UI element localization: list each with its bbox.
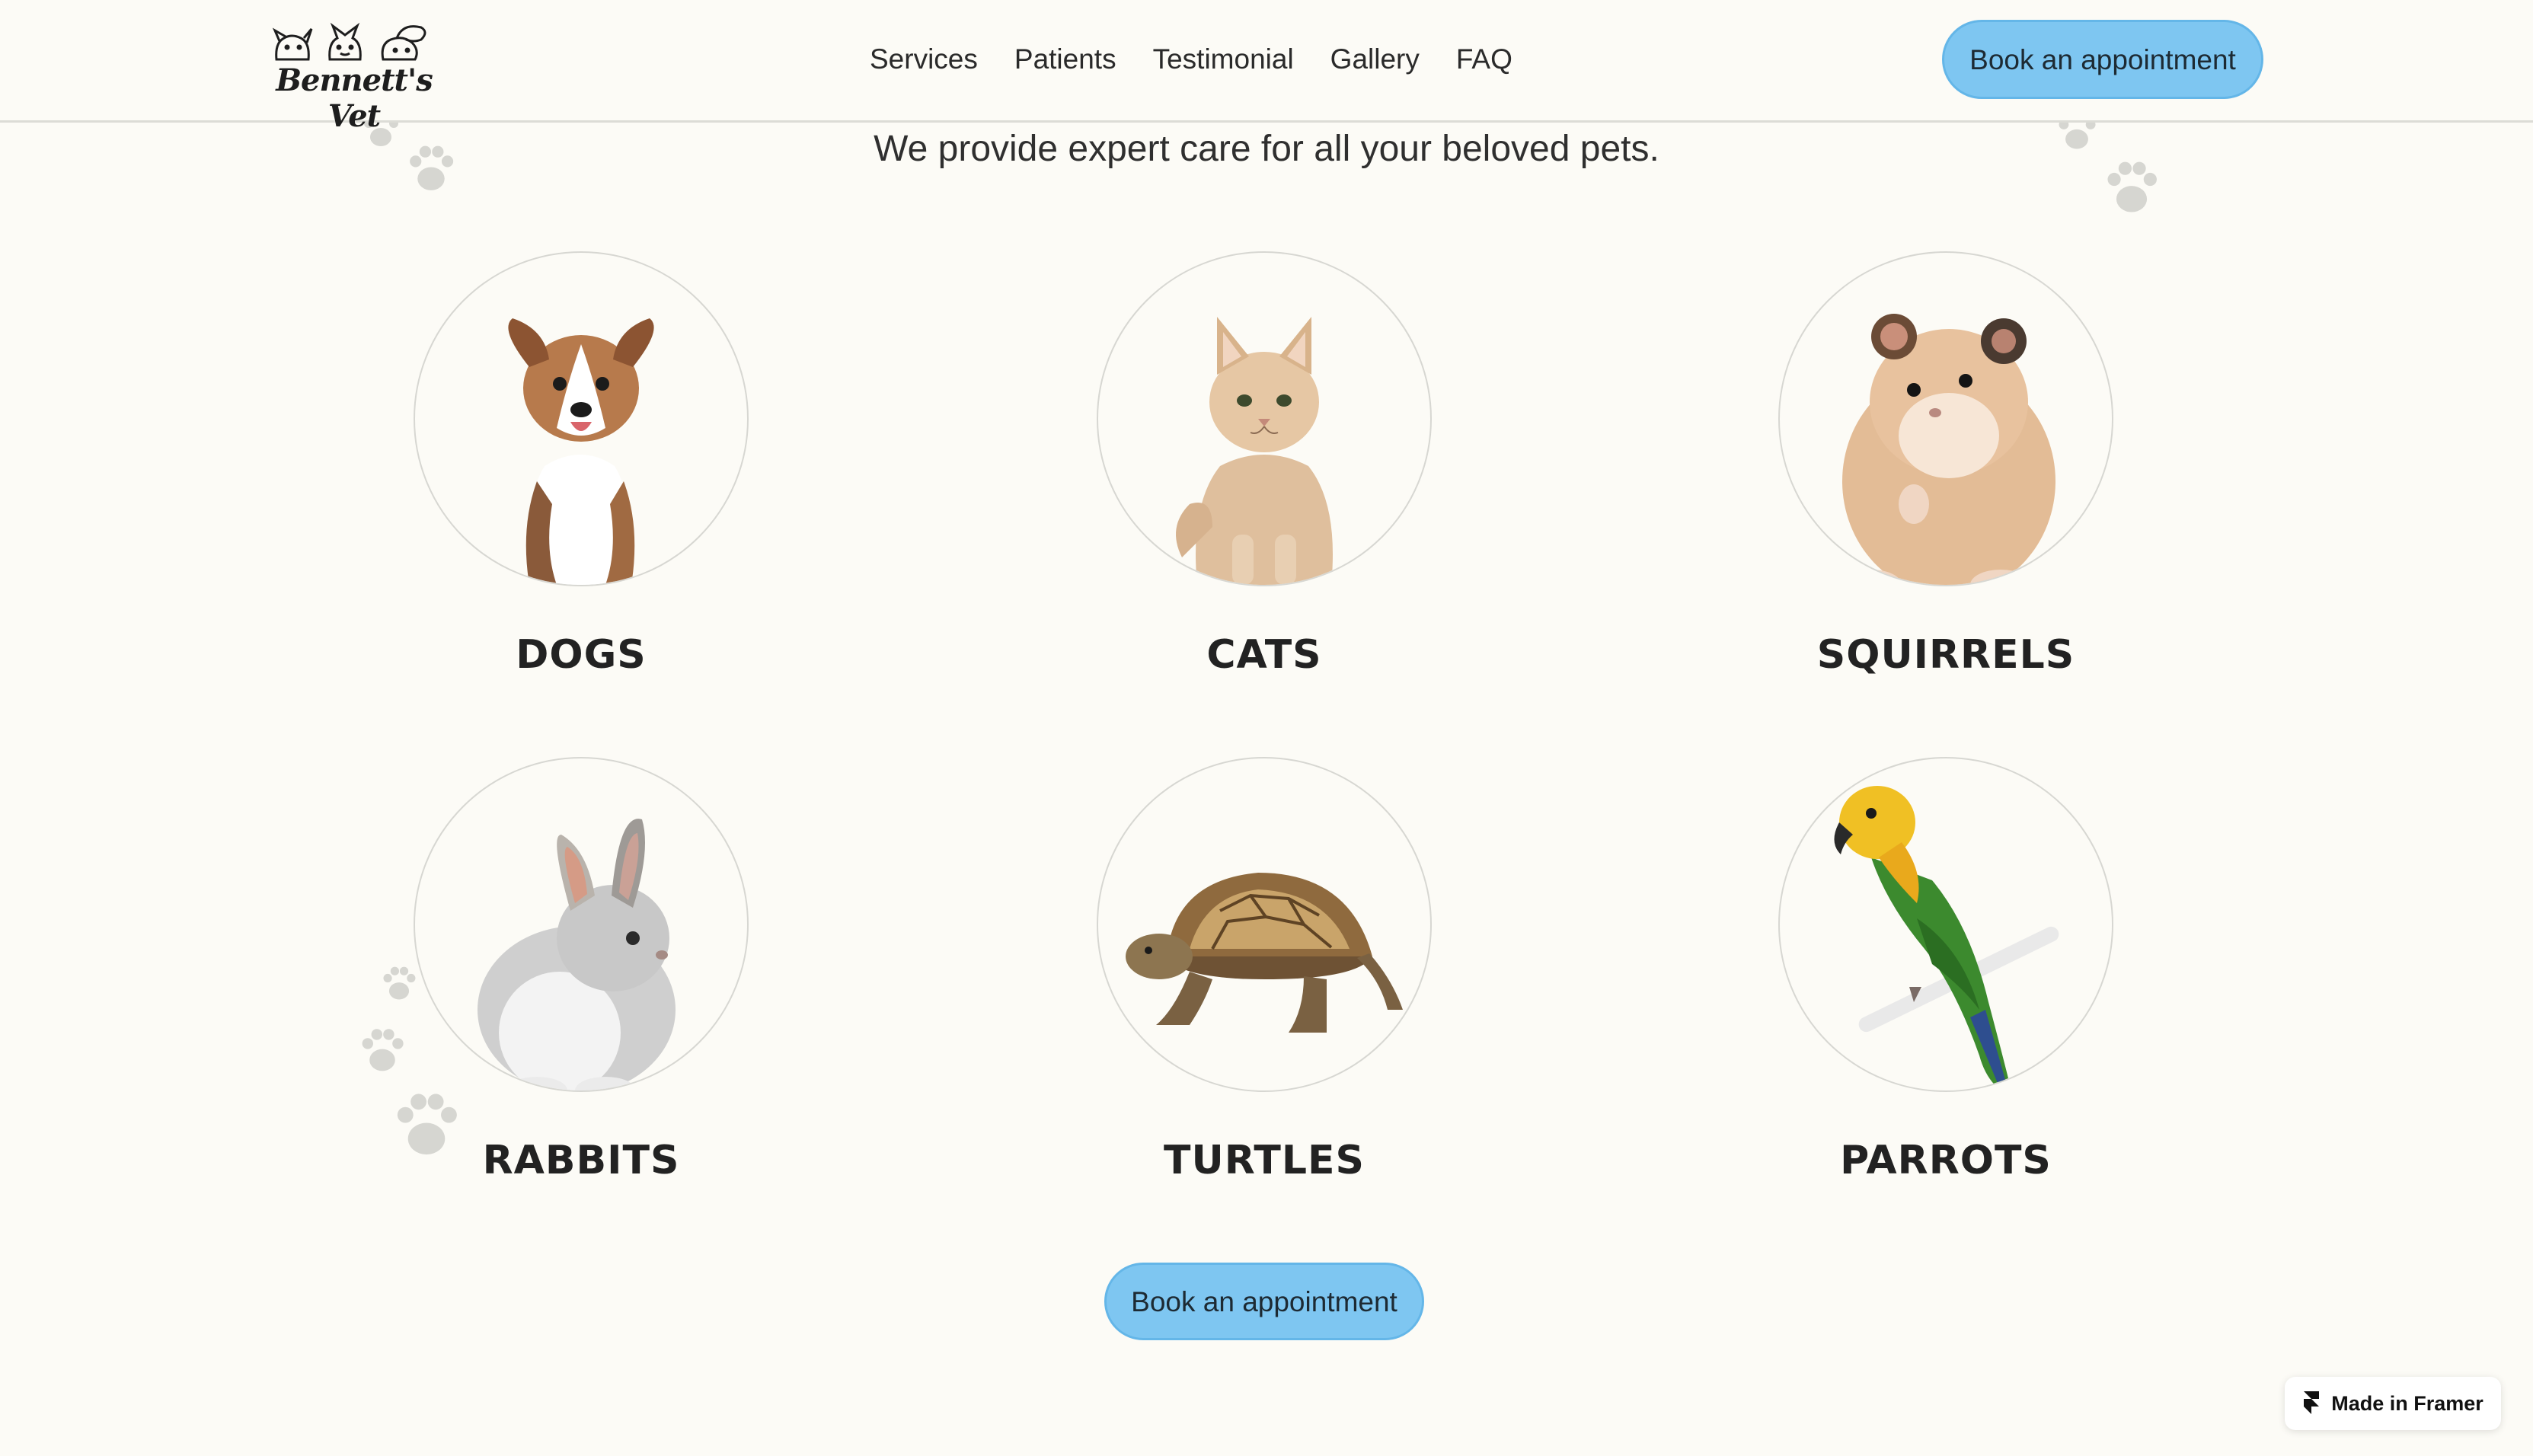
book-appointment-header-button[interactable]: Book an appointment	[1942, 20, 2263, 99]
nav-patients[interactable]: Patients	[1014, 37, 1116, 82]
book-appointment-button[interactable]: Book an appointment	[1104, 1263, 1424, 1340]
pet-image-frame	[1778, 251, 2113, 586]
section-subtitle: We provide expert care for all your belo…	[874, 129, 1659, 169]
pet-label: CATS	[1206, 632, 1322, 678]
pet-image-frame	[1097, 251, 1432, 586]
nav-gallery[interactable]: Gallery	[1330, 37, 1420, 82]
pet-card-turtles[interactable]: TURTLES	[1097, 757, 1432, 1183]
pets-logo-icon	[272, 22, 426, 61]
logo[interactable]: Bennett's Vet	[263, 21, 446, 134]
rabbit-icon	[478, 819, 676, 1090]
pet-card-parrots[interactable]: PARROTS	[1778, 757, 2113, 1183]
pet-label: PARROTS	[1840, 1138, 2052, 1183]
framer-logo-icon	[2304, 1391, 2320, 1414]
pet-card-squirrels[interactable]: SQUIRRELS	[1778, 251, 2113, 678]
nav-testimonial[interactable]: Testimonial	[1153, 37, 1294, 82]
site-header: Bennett's Vet Services Patients Testimon…	[0, 0, 2533, 134]
pet-image-frame	[414, 757, 749, 1092]
turtle-icon	[1126, 873, 1403, 1033]
main-nav: Services Patients Testimonial Gallery FA…	[870, 37, 1512, 82]
paw-print-icon	[362, 1029, 404, 1071]
pet-card-dogs[interactable]: DOGS	[414, 251, 749, 678]
cat-icon	[1176, 317, 1333, 585]
pet-card-cats[interactable]: CATS	[1097, 251, 1432, 678]
logo-text: Bennett's Vet	[276, 62, 433, 134]
made-in-framer-badge[interactable]: Made in Framer	[2285, 1377, 2501, 1430]
nav-faq[interactable]: FAQ	[1456, 37, 1512, 82]
pet-image-frame	[414, 251, 749, 586]
badge-label: Made in Framer	[2331, 1391, 2483, 1415]
parrot-icon	[1834, 786, 2059, 1090]
hamster-icon	[1841, 314, 2055, 585]
pet-image-frame	[1778, 757, 2113, 1092]
pet-image-frame	[1097, 757, 1432, 1092]
pet-label: SQUIRRELS	[1816, 632, 2075, 678]
pet-label: RABBITS	[482, 1138, 680, 1183]
nav-services[interactable]: Services	[870, 37, 978, 82]
pet-label: TURTLES	[1164, 1138, 1365, 1183]
pet-label: DOGS	[516, 632, 647, 678]
pet-card-rabbits[interactable]: RABBITS	[414, 757, 749, 1183]
dog-icon	[508, 318, 654, 585]
